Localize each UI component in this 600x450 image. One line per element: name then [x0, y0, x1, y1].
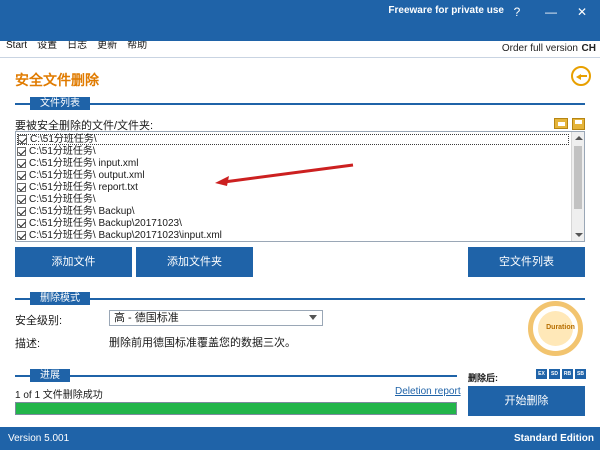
progress-bar-fill [16, 403, 456, 414]
add-folder-button[interactable]: 添加文件夹 [136, 247, 253, 277]
checkbox[interactable] [18, 135, 27, 144]
duration-inner-circle: Duration [538, 311, 575, 346]
start-delete-button[interactable]: 开始删除 [468, 386, 585, 416]
page-title: 安全文件删除 [15, 72, 99, 88]
chevron-down-icon [309, 315, 317, 320]
scroll-up-icon[interactable] [575, 136, 583, 140]
back-arrow-icon[interactable] [571, 66, 591, 86]
minimize-button[interactable]: — [538, 2, 564, 22]
list-item[interactable]: C:\51分班任务\ output.xml [17, 170, 569, 181]
menu-items: Start 设置 日志 更新 帮助 [6, 41, 147, 57]
menu-item-start[interactable]: Start [6, 41, 27, 57]
list-item[interactable]: C:\51分班任务\ report.txt [17, 182, 569, 193]
checkbox[interactable] [17, 219, 26, 228]
progress-bar [15, 402, 457, 415]
deletion-description: 删除前用德国标准覆盖您的数据三次。 [109, 337, 296, 349]
file-list[interactable]: C:\51分班任务\ C:\51分班任务\ C:\51分班任务\ input.x… [15, 131, 585, 242]
progress-status: 1 of 1 文件删除成功 [15, 390, 103, 401]
checkbox[interactable] [17, 195, 26, 204]
sd-option-icon[interactable]: SD [549, 369, 560, 379]
duration-icon: Duration [528, 301, 583, 356]
menu-strip: Start 设置 日志 更新 帮助 Order full version CH [0, 41, 600, 58]
list-item-text: C:\51分班任务\ [29, 146, 96, 157]
duration-label: Duration [546, 324, 575, 331]
file-section-tag: 文件列表 [30, 97, 90, 110]
status-bar: Version 5.001 Standard Edition [0, 427, 600, 450]
list-item-text: C:\51分班任务\ [30, 134, 97, 145]
list-item[interactable]: C:\51分班任务\ [17, 134, 569, 145]
edition-label: Standard Edition [514, 433, 594, 444]
security-level-value: 高 - 德国标准 [114, 312, 179, 324]
list-item-text: C:\51分班任务\ output.xml [29, 170, 145, 181]
after-delete-options: EX SD RB SB [536, 369, 586, 379]
security-level-select[interactable]: 高 - 德国标准 [109, 310, 323, 326]
scroll-thumb[interactable] [574, 146, 582, 209]
progress-section-divider [15, 375, 457, 377]
add-file-button[interactable]: 添加文件 [15, 247, 132, 277]
close-button[interactable]: ✕ [566, 2, 598, 22]
checkbox[interactable] [17, 207, 26, 216]
help-button[interactable]: ? [504, 2, 530, 22]
version-label: Version 5.001 [8, 433, 70, 444]
list-item-text: C:\51分班任务\ Backup\20171023\ [29, 218, 182, 229]
menu-item-update[interactable]: 更新 [97, 41, 117, 57]
save-icon[interactable] [572, 118, 585, 130]
checkbox[interactable] [17, 171, 26, 180]
order-full-version-link[interactable]: Order full version [502, 43, 578, 54]
folder-icon[interactable] [554, 118, 568, 129]
list-item[interactable]: C:\51分班任务\ Backup\ [17, 206, 569, 217]
list-item[interactable]: C:\51分班任务\ Backup\20171023\input.xml [17, 230, 569, 241]
list-item-text: C:\51分班任务\ [29, 194, 96, 205]
delete-section-tag: 删除模式 [30, 292, 90, 305]
list-item-text: C:\51分班任务\ Backup\20171023\input.xml [29, 230, 222, 241]
checkbox[interactable] [17, 147, 26, 156]
security-level-label: 安全级别: [15, 315, 63, 327]
list-item-text: C:\51分班任务\ Backup\ [29, 206, 135, 217]
menu-item-log[interactable]: 日志 [67, 41, 87, 57]
file-section-divider [15, 103, 585, 105]
title-bar: Freeware for private use ? — ✕ [0, 0, 600, 24]
list-item[interactable]: C:\51分班任务\ [17, 194, 569, 205]
ex-option-icon[interactable]: EX [536, 369, 547, 379]
checkbox[interactable] [17, 159, 26, 168]
delete-section-divider [15, 298, 585, 300]
list-item-text: C:\51分班任务\ input.xml [29, 158, 139, 169]
description-label: 描述: [15, 338, 41, 350]
freeware-text: Freeware for private use [388, 5, 504, 16]
sb-option-icon[interactable]: SB [575, 369, 586, 379]
list-item-text: C:\51分班任务\ report.txt [29, 182, 138, 193]
deletion-report-link[interactable]: Deletion report [395, 386, 461, 397]
list-item[interactable]: C:\51分班任务\ [17, 146, 569, 157]
clear-list-button[interactable]: 空文件列表 [468, 247, 585, 277]
scroll-down-icon[interactable] [575, 233, 583, 237]
menu-item-help[interactable]: 帮助 [127, 41, 147, 57]
menu-item-settings[interactable]: 设置 [37, 41, 57, 57]
after-delete-label: 删除后: [468, 373, 498, 383]
checkbox[interactable] [17, 231, 26, 240]
scrollbar[interactable] [571, 132, 584, 241]
checkbox[interactable] [17, 183, 26, 192]
language-selector[interactable]: CH [582, 43, 596, 54]
list-item[interactable]: C:\51分班任务\ Backup\20171023\ [17, 218, 569, 229]
rb-option-icon[interactable]: RB [562, 369, 573, 379]
list-item[interactable]: C:\51分班任务\ input.xml [17, 158, 569, 169]
progress-section-tag: 进展 [30, 369, 70, 382]
